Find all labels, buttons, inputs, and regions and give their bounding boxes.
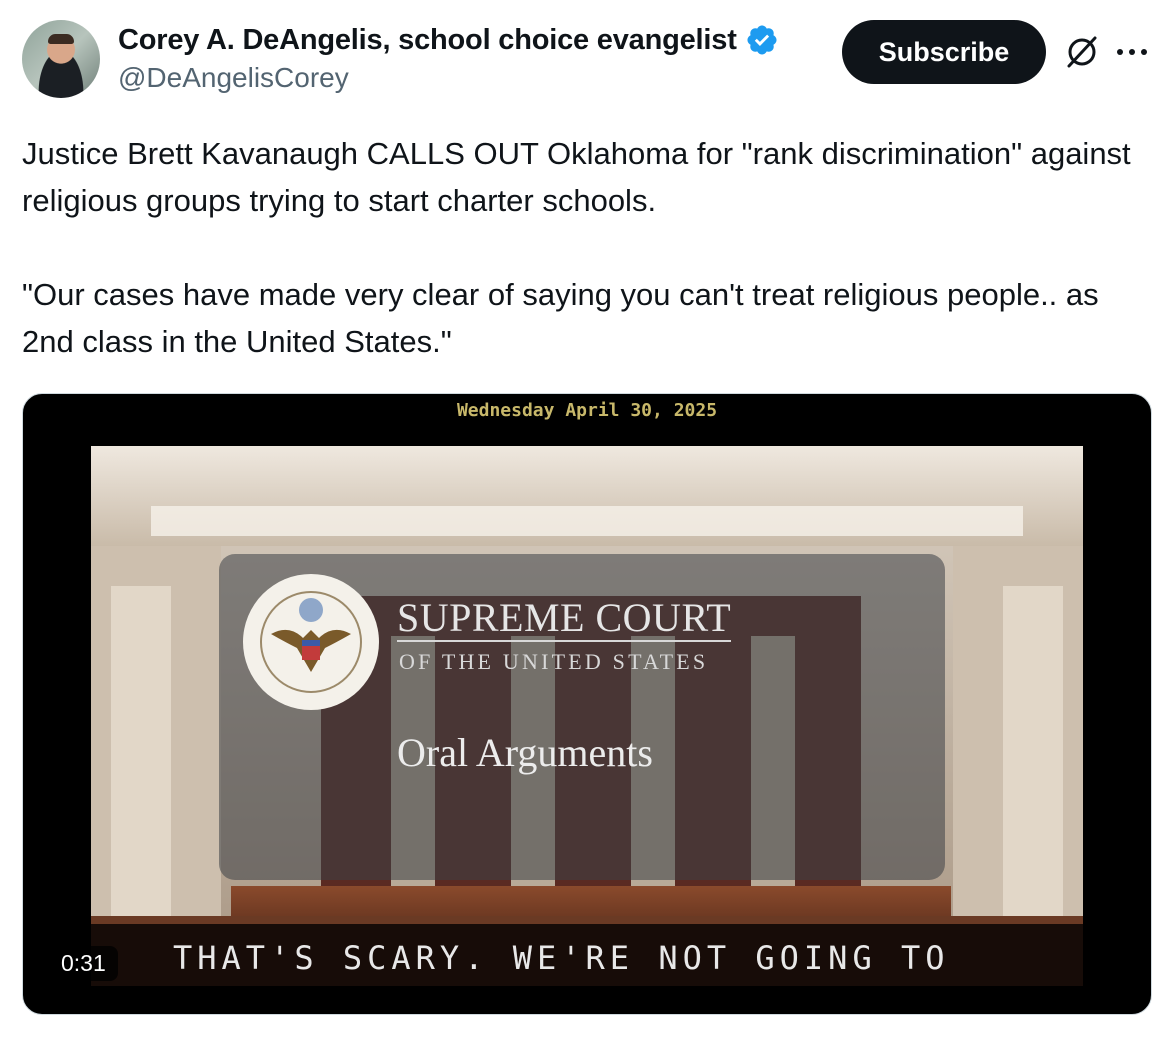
avatar[interactable] — [22, 20, 100, 98]
grok-icon[interactable] — [1063, 33, 1101, 71]
tweet-text: Justice Brett Kavanaugh CALLS OUT Oklaho… — [22, 136, 1131, 359]
name-row: Corey A. DeAngelis, school choice evange… — [118, 22, 779, 58]
video-subtitle: OF THE UNITED STATES — [399, 649, 709, 674]
video-title: SUPREME COURT — [397, 595, 732, 642]
verified-badge-icon[interactable] — [745, 23, 779, 57]
video-caption: THAT'S SCARY. WE'RE NOT GOING TO — [173, 939, 950, 977]
display-name[interactable]: Corey A. DeAngelis, school choice evange… — [118, 24, 737, 57]
handle[interactable]: @DeAngelisCorey — [118, 62, 349, 94]
video-date-overlay: Wednesday April 30, 2025 — [456, 400, 718, 421]
supreme-court-seal-icon — [243, 574, 379, 710]
video-duration: 0:31 — [49, 946, 118, 981]
video-player[interactable]: Wednesday April 30, 2025 SUPREME COURT O… — [22, 393, 1152, 1015]
video-program: Oral Arguments — [397, 730, 653, 775]
subscribe-button[interactable]: Subscribe — [842, 20, 1046, 84]
more-icon[interactable] — [1114, 44, 1150, 60]
avatar-hair — [48, 34, 74, 44]
